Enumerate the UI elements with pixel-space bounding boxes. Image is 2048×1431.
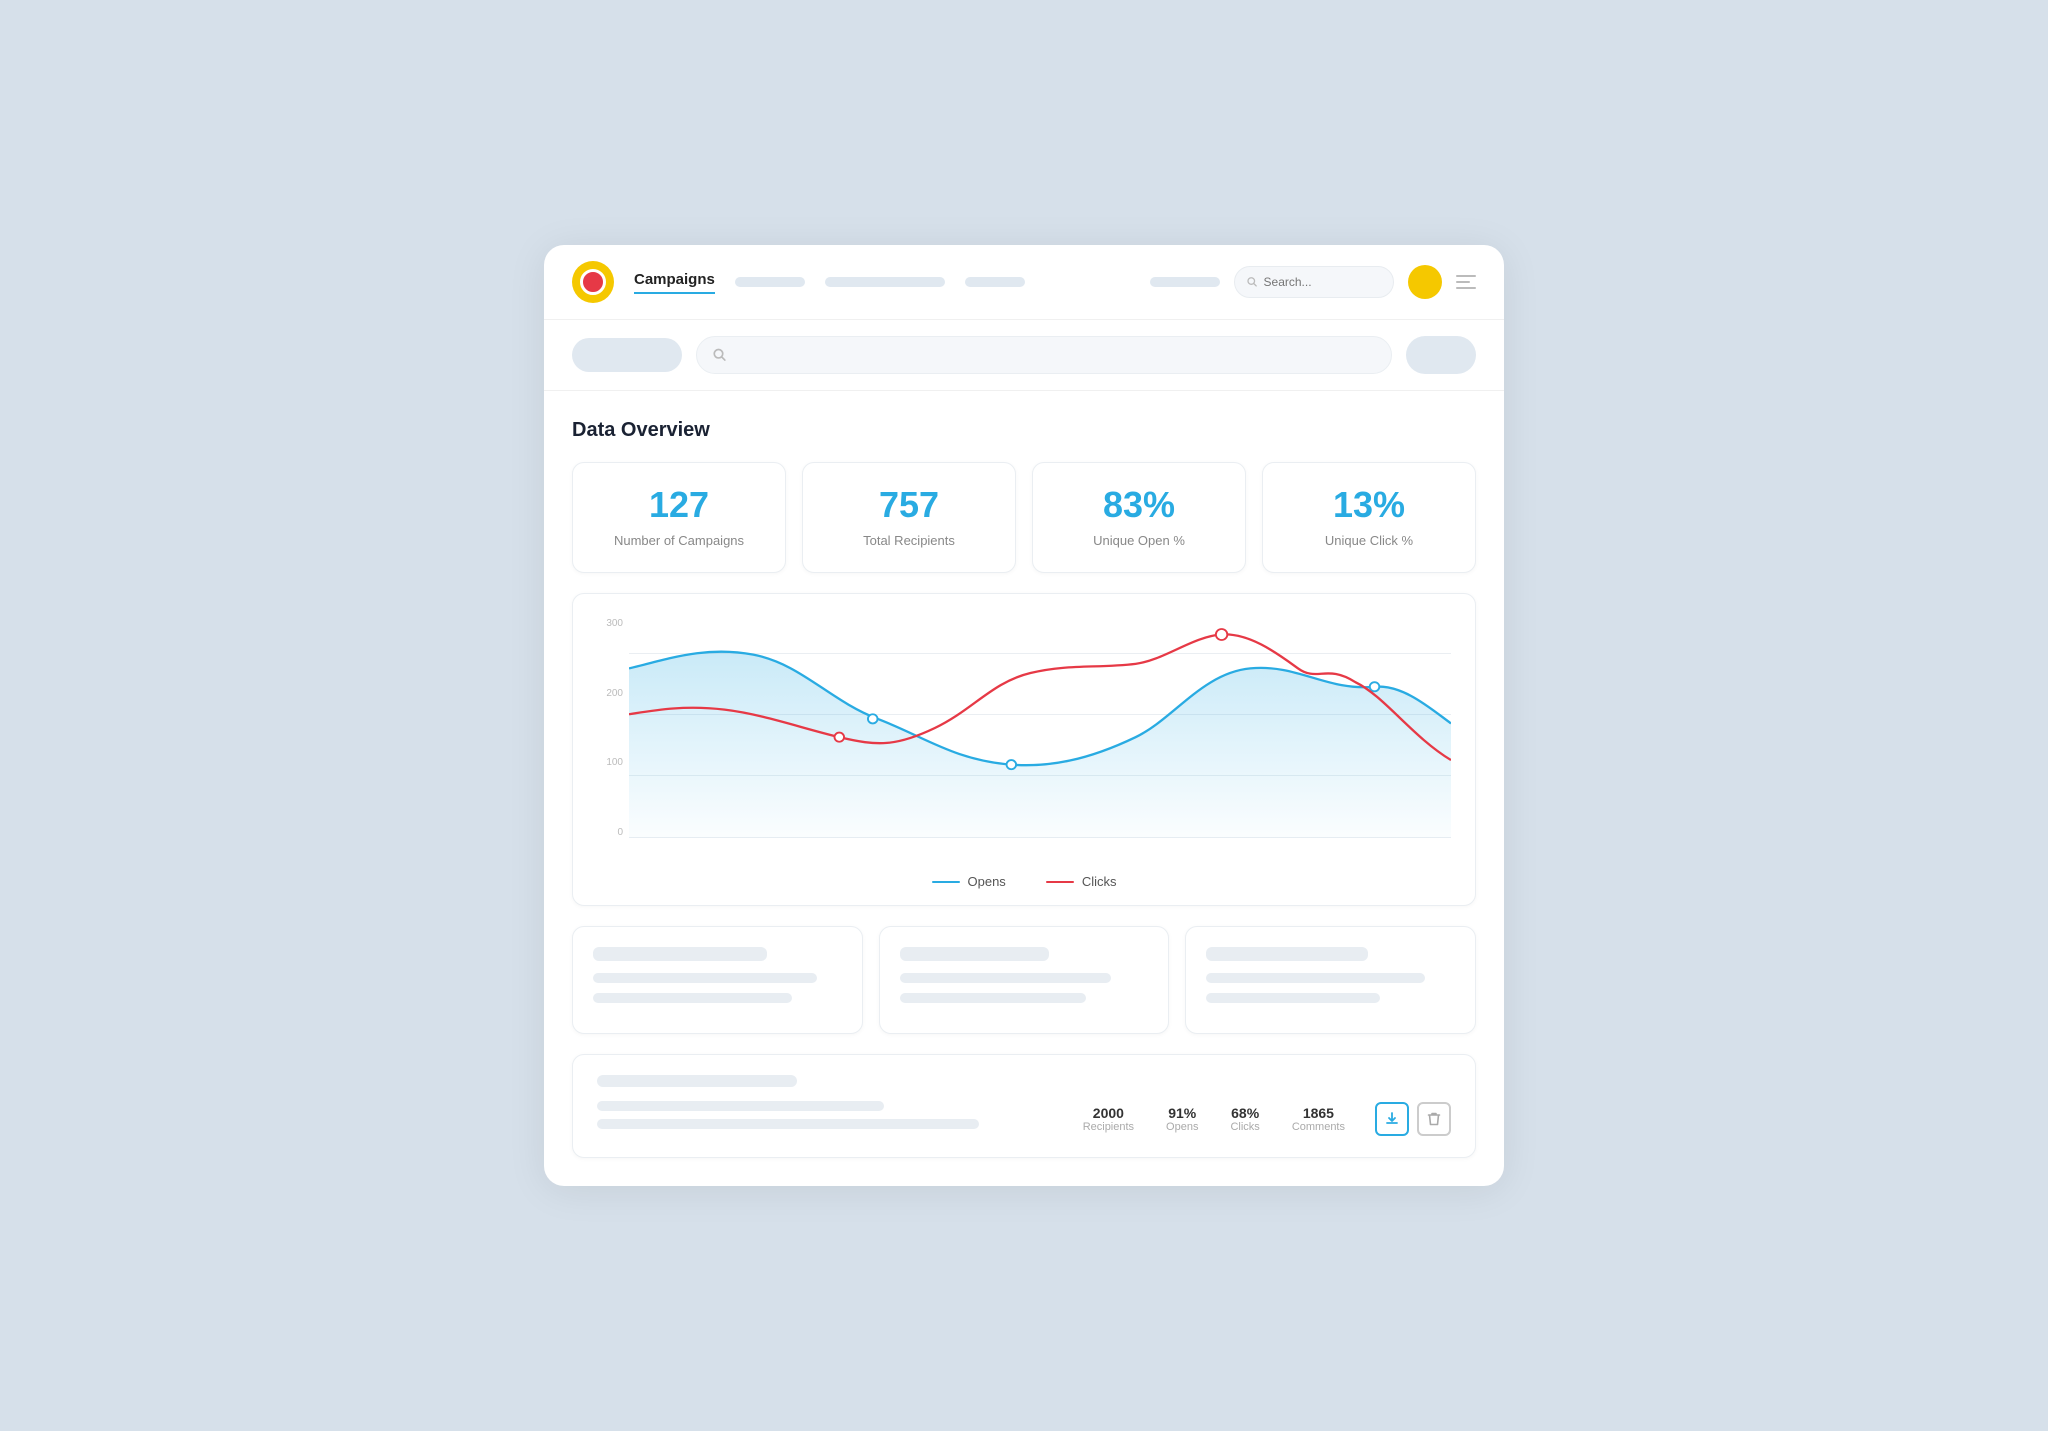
stat-col-label-clicks: Clicks [1230, 1121, 1259, 1133]
stat-value-recipients: 757 [823, 487, 995, 523]
row-line-2 [597, 1119, 979, 1129]
stat-col-value-recipients: 2000 [1083, 1105, 1134, 1121]
stat-col-value-comments: 1865 [1292, 1105, 1345, 1121]
clicks-marker-2 [1216, 629, 1227, 640]
skel-block-3c [1206, 993, 1380, 1003]
stat-value-click: 13% [1283, 487, 1455, 523]
skel-block-3a [1206, 947, 1368, 961]
stat-card-recipients: 757 Total Recipients [802, 462, 1016, 573]
stat-col-label-opens: Opens [1166, 1121, 1198, 1133]
stat-value-campaigns: 127 [593, 487, 765, 523]
y-label-100: 100 [597, 757, 629, 768]
nav-item-campaigns[interactable]: Campaigns [634, 271, 715, 294]
legend-clicks: Clicks [1046, 874, 1117, 889]
legend-opens: Opens [932, 874, 1006, 889]
stat-col-value-clicks: 68% [1230, 1105, 1259, 1121]
stat-col-label-recipients: Recipients [1083, 1121, 1134, 1133]
chart-svg [629, 618, 1451, 838]
main-search-input[interactable] [735, 348, 1375, 363]
skel-block-1a [593, 947, 767, 961]
nav-placeholder-2 [825, 277, 945, 287]
stat-card-open: 83% Unique Open % [1032, 462, 1246, 573]
chart-card: 0 100 200 300 [572, 593, 1476, 906]
skeleton-card-3 [1185, 926, 1476, 1034]
table-section: 2000 Recipients 91% Opens 68% Clicks 186… [572, 1054, 1476, 1158]
stat-label-click: Unique Click % [1283, 533, 1455, 548]
skel-block-2a [900, 947, 1049, 961]
nav-search-icon [1247, 276, 1258, 288]
skel-block-2c [900, 993, 1087, 1003]
legend-line-clicks [1046, 881, 1074, 883]
y-label-0: 0 [597, 827, 629, 838]
table-row: 2000 Recipients 91% Opens 68% Clicks 186… [597, 1101, 1451, 1137]
nav-right [1150, 265, 1476, 299]
nav-search-input[interactable] [1264, 275, 1381, 289]
opens-marker-3 [1370, 682, 1380, 691]
nav-placeholder-3 [965, 277, 1025, 287]
table-row-left [597, 1101, 1075, 1137]
legend-line-opens [932, 881, 960, 883]
chart-area: 0 100 200 300 [597, 618, 1451, 858]
nav-placeholder-4 [1150, 277, 1220, 287]
navbar: Campaigns [544, 245, 1504, 320]
action-button[interactable] [1406, 336, 1476, 374]
chart-area-fill [629, 652, 1451, 838]
main-search[interactable] [696, 336, 1392, 374]
table-row-stats: 2000 Recipients 91% Opens 68% Clicks 186… [1083, 1105, 1345, 1133]
skel-block-1c [593, 993, 792, 1003]
skeleton-card-1 [572, 926, 863, 1034]
stat-label-campaigns: Number of Campaigns [593, 533, 765, 548]
legend-label-opens: Opens [968, 874, 1006, 889]
delete-button[interactable] [1417, 1102, 1451, 1136]
stat-col-label-comments: Comments [1292, 1121, 1345, 1133]
table-header-skeleton [597, 1075, 797, 1087]
skeleton-card-2 [879, 926, 1170, 1034]
hamburger-menu[interactable] [1456, 275, 1476, 289]
clicks-marker-1 [835, 733, 845, 742]
chart-legend: Opens Clicks [597, 874, 1451, 889]
logo-inner [580, 269, 606, 295]
app-container: Campaigns [544, 245, 1504, 1186]
y-axis-labels: 0 100 200 300 [597, 618, 629, 838]
skel-block-1b [593, 973, 817, 983]
legend-label-clicks: Clicks [1082, 874, 1117, 889]
toolbar [544, 320, 1504, 391]
nav-placeholder-1 [735, 277, 805, 287]
y-label-200: 200 [597, 688, 629, 699]
nav-search[interactable] [1234, 266, 1394, 298]
section-title: Data Overview [572, 419, 1476, 442]
skel-block-2b [900, 973, 1111, 983]
new-campaign-button[interactable] [572, 338, 682, 372]
stat-card-click: 13% Unique Click % [1262, 462, 1476, 573]
stat-value-open: 83% [1053, 487, 1225, 523]
stat-card-campaigns: 127 Number of Campaigns [572, 462, 786, 573]
stat-label-open: Unique Open % [1053, 533, 1225, 548]
stat-col-clicks: 68% Clicks [1230, 1105, 1259, 1133]
stat-label-recipients: Total Recipients [823, 533, 995, 548]
main-search-icon [713, 348, 727, 362]
main-content: Data Overview 127 Number of Campaigns 75… [544, 391, 1504, 1158]
skel-block-3b [1206, 973, 1425, 983]
download-icon [1384, 1111, 1400, 1127]
opens-marker-2 [1007, 760, 1017, 769]
stat-col-recipients: 2000 Recipients [1083, 1105, 1134, 1133]
trash-icon [1426, 1111, 1442, 1127]
row-line-1 [597, 1101, 884, 1111]
logo [572, 261, 614, 303]
skeleton-cards-row [572, 926, 1476, 1034]
download-button[interactable] [1375, 1102, 1409, 1136]
y-label-300: 300 [597, 618, 629, 629]
stat-col-opens: 91% Opens [1166, 1105, 1198, 1133]
user-avatar[interactable] [1408, 265, 1442, 299]
stats-row: 127 Number of Campaigns 757 Total Recipi… [572, 462, 1476, 573]
stat-col-value-opens: 91% [1166, 1105, 1198, 1121]
opens-marker-1 [868, 714, 878, 723]
stat-col-comments: 1865 Comments [1292, 1105, 1345, 1133]
